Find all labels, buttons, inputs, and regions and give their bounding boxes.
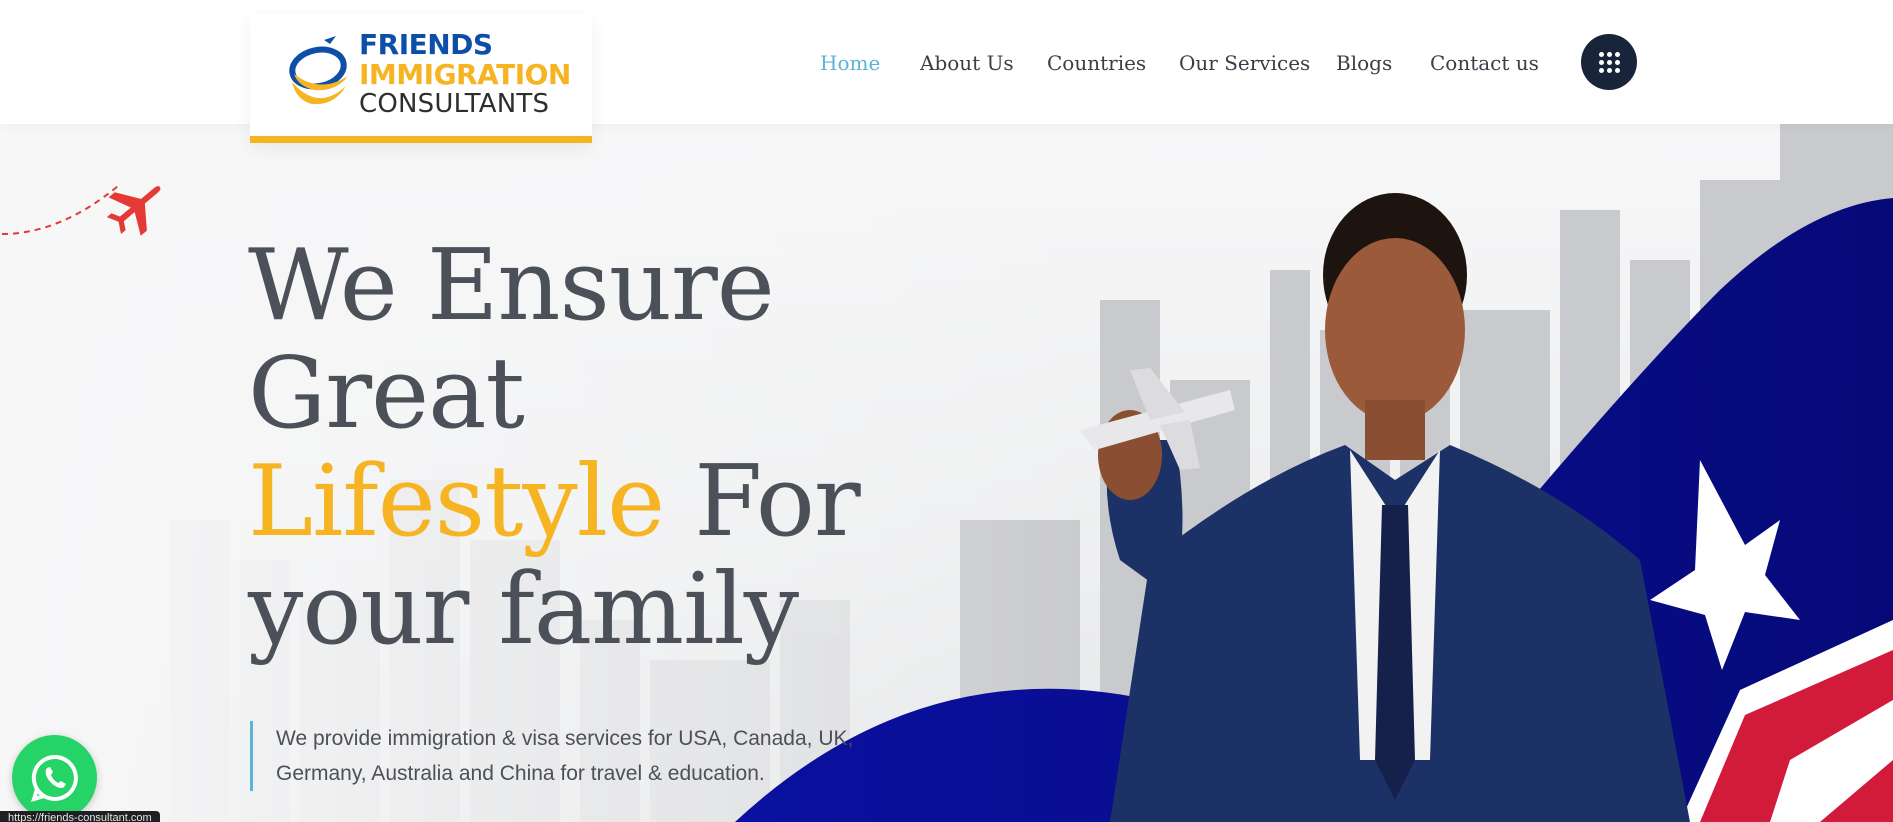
hero-subtext-line-1: We provide immigration & visa services f… (276, 727, 854, 750)
nav-home[interactable]: Home (820, 51, 880, 75)
site-logo[interactable]: FRIENDS IMMIGRATION CONSULTANTS (250, 14, 592, 143)
plane-icon (1, 185, 161, 236)
grid-dots-icon (1598, 51, 1620, 73)
nav-about-us[interactable]: About Us (920, 51, 1014, 75)
headline-accent: Lifestyle (248, 445, 665, 559)
logo-line-consultants: CONSULTANTS (359, 89, 550, 119)
logo-text: FRIENDS IMMIGRATION CONSULTANTS (359, 28, 571, 119)
nav-blogs[interactable]: Blogs (1336, 51, 1392, 75)
hero-subtext: We provide immigration & visa services f… (250, 721, 853, 791)
nav-our-services[interactable]: Our Services (1179, 51, 1310, 75)
hero-subtext-line-2: Germany, Australia and China for travel … (276, 762, 765, 785)
logo-line-friends: FRIENDS (359, 28, 493, 61)
headline-line-4: your family (248, 553, 799, 667)
logo-line-immigration: IMMIGRATION (359, 58, 571, 91)
status-url: https://friends-consultant.com (0, 811, 160, 822)
nav-contact-us[interactable]: Contact us (1430, 51, 1539, 75)
nav-countries[interactable]: Countries (1047, 51, 1146, 75)
hero-headline: We Ensure Great Lifestyle For your famil… (248, 229, 861, 667)
headline-line-3: Lifestyle For (248, 445, 861, 559)
logo-swoosh-icon (289, 36, 348, 105)
whatsapp-icon (30, 754, 78, 802)
headline-after-accent: For (664, 445, 860, 559)
headline-line-1: We Ensure (248, 229, 775, 343)
headline-line-2: Great (248, 337, 525, 451)
whatsapp-button[interactable] (12, 735, 97, 820)
menu-button[interactable] (1581, 34, 1637, 90)
